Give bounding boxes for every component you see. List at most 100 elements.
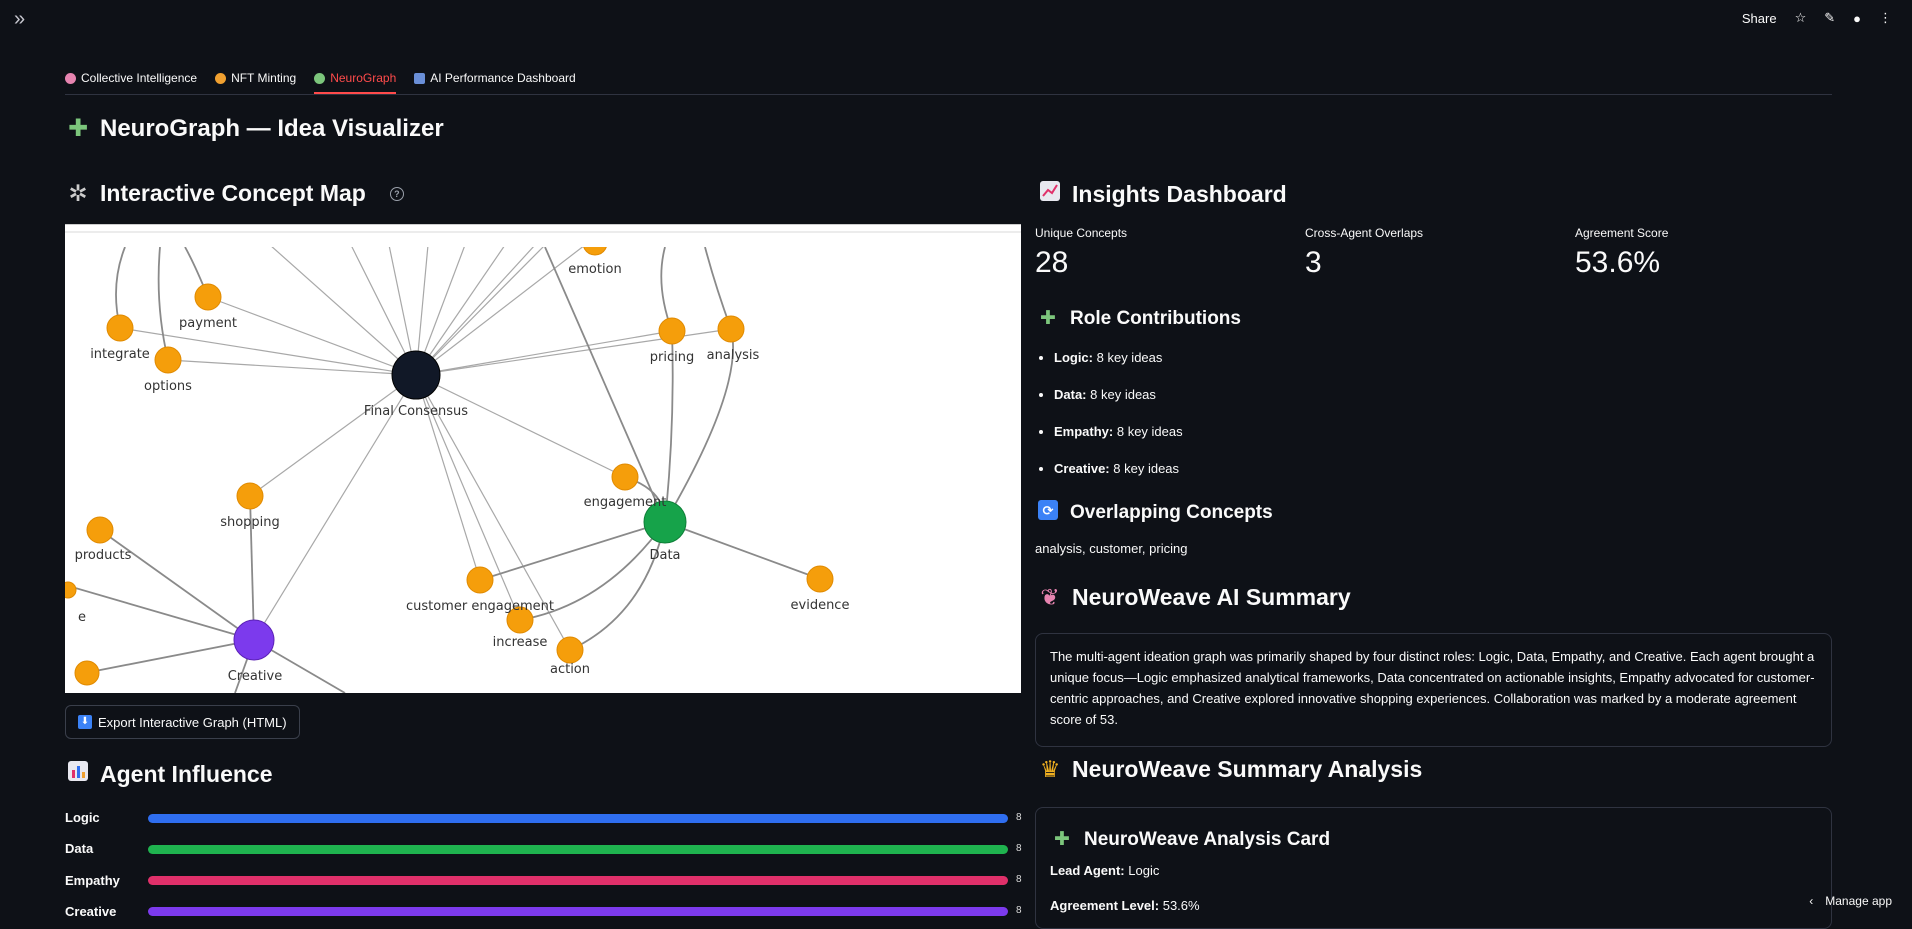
tab-neurograph[interactable]: NeuroGraph <box>314 64 397 94</box>
star-icon[interactable]: ☆ <box>1795 10 1807 26</box>
bar-creative <box>148 907 1008 916</box>
ai-summary-text: The multi-agent ideation graph was prima… <box>1050 649 1815 727</box>
bar-value-data: 8 <box>1016 843 1022 854</box>
bar-data <box>148 845 1008 854</box>
puzzle-icon: ✚ <box>67 115 89 142</box>
bar-label-data: Data <box>65 841 94 856</box>
bar-empathy <box>148 876 1008 885</box>
analysis-card: ✚ NeuroWeave Analysis Card Lead Agent: L… <box>1035 807 1832 929</box>
expand-sidebar-icon[interactable]: » <box>14 8 25 31</box>
role-contributions-title: Role Contributions <box>1070 307 1241 329</box>
export-graph-button[interactable]: ⬇ Export Interactive Graph (HTML) <box>65 705 300 739</box>
bar-label-logic: Logic <box>65 810 100 825</box>
creative-node[interactable] <box>233 619 275 661</box>
final-consensus-node[interactable] <box>391 350 441 400</box>
concept-map-title: Interactive Concept Map <box>100 180 366 206</box>
list-item: Creative: 8 key ideas <box>1054 450 1736 487</box>
node-label-data: Data <box>649 548 680 563</box>
node-label-customer-engagement: customer engagement <box>406 599 554 614</box>
export-button-label: Export Interactive Graph (HTML) <box>98 714 287 730</box>
node-label-emotion: emotion <box>568 262 622 277</box>
help-icon[interactable]: ? <box>389 186 404 201</box>
metric-label: Cross-Agent Overlaps <box>1305 226 1424 240</box>
node-label-options: options <box>144 379 192 394</box>
brain-icon <box>65 72 76 84</box>
toolbar: Share ☆ ✎ ● ⋮ <box>1742 10 1892 26</box>
list-item: Logic: 8 key ideas <box>1054 339 1736 376</box>
network-icon: ✲ <box>68 180 88 206</box>
metric-agreement-score: Agreement Score 53.6% <box>1575 226 1668 280</box>
metric-unique-concepts: Unique Concepts 28 <box>1035 226 1127 280</box>
metric-value: 3 <box>1305 246 1322 279</box>
page-title: ✚ NeuroGraph — Idea Visualizer <box>66 114 444 143</box>
concept-graph-svg[interactable]: emotion payment integrate options Final … <box>65 225 1021 693</box>
tab-bar: Collective Intelligence NFT Minting Neur… <box>65 64 1832 95</box>
manage-app-label: Manage app <box>1825 894 1892 908</box>
brain-icon: ❦ <box>1040 584 1060 610</box>
role-contributions-heading: ✚ Role Contributions <box>1036 307 1241 330</box>
analysis-card-title-text: NeuroWeave Analysis Card <box>1084 828 1331 850</box>
concept-graph[interactable]: emotion payment integrate options Final … <box>65 224 1021 693</box>
summary-analysis-title: NeuroWeave Summary Analysis <box>1072 756 1423 782</box>
edit-icon[interactable]: ✎ <box>1824 10 1835 26</box>
bar-chart-icon <box>66 760 90 788</box>
tab-collective-intelligence[interactable]: Collective Intelligence <box>65 64 197 92</box>
insights-title: Insights Dashboard <box>1072 180 1287 207</box>
concept-map-heading: ✲ Interactive Concept Map ? <box>66 180 404 207</box>
node-label-pricing: pricing <box>650 350 694 365</box>
tab-nft-minting[interactable]: NFT Minting <box>215 64 296 92</box>
agent-influence-title: Agent Influence <box>100 760 273 787</box>
puzzle-icon: ✚ <box>1040 308 1056 329</box>
tab-ai-performance-dashboard[interactable]: AI Performance Dashboard <box>414 64 576 92</box>
bar-value-empathy: 8 <box>1016 874 1022 885</box>
list-item: Data: 8 key ideas <box>1054 376 1736 413</box>
ai-summary-title: NeuroWeave AI Summary <box>1072 584 1351 610</box>
node-label-payment: payment <box>179 316 237 331</box>
node-label-final-consensus: Final Consensus <box>364 404 468 419</box>
overlap-heading: ⟳ Overlapping Concepts <box>1036 500 1273 526</box>
bar-logic <box>148 814 1008 823</box>
metric-value: 28 <box>1035 246 1069 279</box>
node-label-partial: e <box>78 610 86 625</box>
analysis-card-title: ✚ NeuroWeave Analysis Card <box>1036 808 1831 851</box>
share-button[interactable]: Share <box>1742 11 1777 26</box>
bar-label-creative: Creative <box>65 904 117 919</box>
node-label-shopping: shopping <box>220 515 280 530</box>
list-item: Empathy: 8 key ideas <box>1054 413 1736 450</box>
metric-label: Unique Concepts <box>1035 226 1128 240</box>
trophy-icon: ♛ <box>1039 756 1061 782</box>
node-label-creative: Creative <box>228 669 283 684</box>
summary-analysis-heading: ♛ NeuroWeave Summary Analysis <box>1038 756 1423 783</box>
node-label-increase: increase <box>493 635 548 650</box>
tab-label: NeuroGraph <box>330 71 397 85</box>
lead-agent-line: Lead Agent: Logic <box>1050 863 1160 878</box>
node-label-evidence: evidence <box>791 598 850 613</box>
tab-label: Collective Intelligence <box>81 71 198 85</box>
tab-label: NFT Minting <box>231 71 297 85</box>
node-label-engagement: engagement <box>584 495 667 510</box>
node-label-analysis: analysis <box>707 348 760 363</box>
chart-icon <box>414 72 426 84</box>
chevron-left-icon: ‹ <box>1809 894 1814 908</box>
coin-icon <box>215 72 227 84</box>
metric-value: 53.6% <box>1575 246 1661 279</box>
node-label-products: products <box>75 548 132 563</box>
role-list: Logic: 8 key ideas Data: 8 key ideas Emp… <box>1036 339 1736 487</box>
overlap-text: analysis, customer, pricing <box>1035 541 1188 556</box>
page-title-text: NeuroGraph — Idea Visualizer <box>100 114 444 142</box>
svg-text:⟳: ⟳ <box>1043 504 1054 519</box>
ai-summary-heading: ❦ NeuroWeave AI Summary <box>1038 584 1351 611</box>
puzzle-icon <box>314 72 326 84</box>
agreement-line: Agreement Level: 53.6% <box>1050 898 1200 913</box>
trend-chart-icon <box>1038 180 1062 208</box>
node-label-action: action <box>550 662 590 677</box>
bar-value-creative: 8 <box>1016 905 1022 916</box>
more-icon[interactable]: ⋮ <box>1879 10 1892 26</box>
github-icon[interactable]: ● <box>1853 11 1861 26</box>
download-icon: ⬇ <box>78 715 92 729</box>
metric-cross-agent-overlaps: Cross-Agent Overlaps 3 <box>1305 226 1423 280</box>
manage-app-button[interactable]: ‹ Manage app <box>1809 894 1892 908</box>
bar-value-logic: 8 <box>1016 812 1022 823</box>
agent-influence-heading: Agent Influence <box>66 760 273 788</box>
overlap-title: Overlapping Concepts <box>1070 502 1273 523</box>
